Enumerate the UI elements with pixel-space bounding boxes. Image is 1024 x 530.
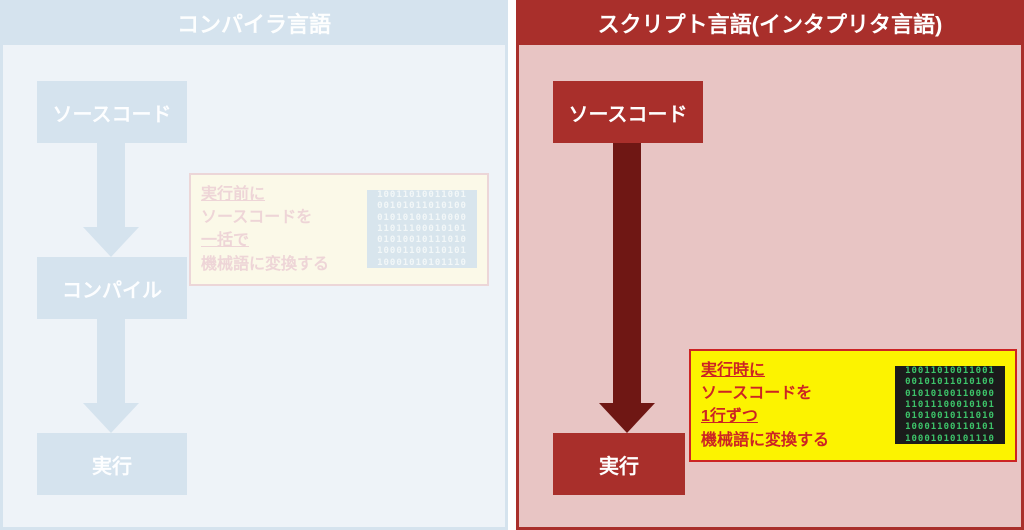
compiler-compile-box: コンパイル: [37, 257, 187, 319]
binary-icon: 10011010011001 00101011010100 0101010011…: [367, 190, 477, 268]
arrow-icon: [613, 143, 655, 433]
compiler-callout-text: 実行前に ソースコードを 一括で 機械語に変換する: [201, 183, 357, 276]
compiler-run-box: 実行: [37, 433, 187, 495]
compiler-panel-title: コンパイラ言語: [3, 3, 505, 45]
compiler-panel: コンパイラ言語 ソースコード コンパイル 実行 実行前に ソースコードを 一括で…: [0, 0, 508, 530]
script-run-box: 実行: [553, 433, 685, 495]
compiler-callout: 実行前に ソースコードを 一括で 機械語に変換する 10011010011001…: [189, 173, 489, 286]
compiler-source-box: ソースコード: [37, 81, 187, 143]
script-panel-title: スクリプト言語(インタプリタ言語): [519, 3, 1021, 45]
script-flow: ソースコード 実行 実行時に ソースコードを 1行ずつ 機械語に変換する 100…: [519, 45, 1021, 525]
arrow-icon: [97, 143, 139, 257]
script-panel: スクリプト言語(インタプリタ言語) ソースコード 実行 実行時に ソースコードを…: [516, 0, 1024, 530]
script-callout-text: 実行時に ソースコードを 1行ずつ 機械語に変換する: [701, 359, 885, 452]
script-source-box: ソースコード: [553, 81, 703, 143]
binary-icon: 10011010011001 00101011010100 0101010011…: [895, 366, 1005, 444]
script-callout: 実行時に ソースコードを 1行ずつ 機械語に変換する 1001101001100…: [689, 349, 1017, 462]
arrow-icon: [97, 319, 139, 433]
compiler-flow: ソースコード コンパイル 実行 実行前に ソースコードを 一括で 機械語に変換す…: [3, 45, 505, 525]
